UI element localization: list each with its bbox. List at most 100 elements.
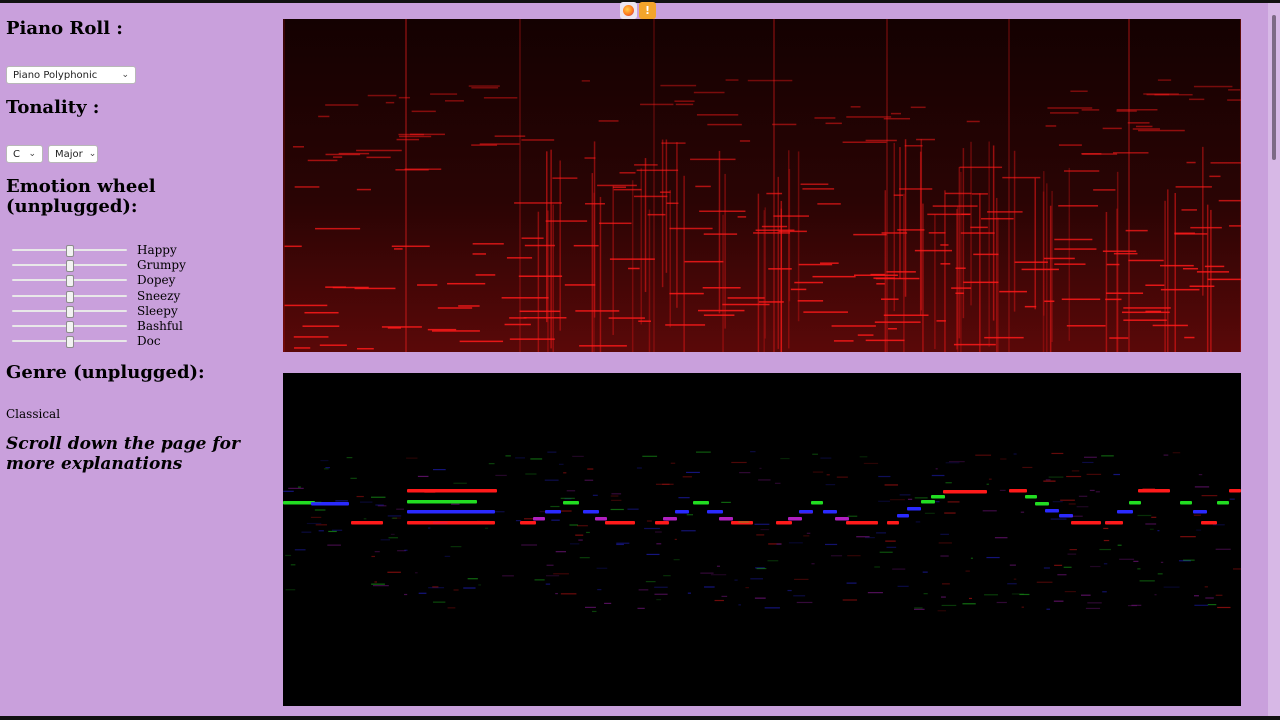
note-bar [1180,501,1192,505]
faint-note [485,527,489,529]
faint-note [356,495,364,498]
harmonic-band [628,267,640,270]
transient-line [722,214,724,352]
faint-note [944,512,956,514]
slider-track[interactable] [12,305,127,318]
transient-line [884,190,887,352]
slider-track[interactable] [12,321,127,334]
faint-note [1106,521,1111,523]
key-select[interactable]: C ⌄ [6,145,43,163]
harmonic-band [703,314,735,316]
slider-track[interactable] [12,290,127,303]
faint-note [941,604,957,607]
harmonic-band [1127,122,1150,124]
faint-note [575,534,584,536]
slider-track[interactable] [12,275,127,288]
slider-thumb[interactable] [65,290,74,303]
slider-thumb[interactable] [65,244,74,257]
faint-note [1204,586,1208,588]
faint-note [515,519,522,522]
faint-note [1053,600,1064,602]
piano-roll-title: Piano Roll : [6,18,123,39]
faint-note [579,557,590,559]
slider-label: Sleepy [137,303,178,318]
emotion-slider-sneezy[interactable]: Sneezy [12,288,186,303]
faint-note [646,520,652,522]
harmonic-band [661,142,686,144]
scrollbar-thumb[interactable] [1272,15,1276,160]
faint-note [539,511,548,513]
faint-note [430,520,441,523]
transient-line [780,208,783,352]
faint-note [1163,586,1180,588]
emotion-slider-doc[interactable]: Doc [12,334,186,349]
harmonic-band [893,194,904,196]
harmonic-band [722,303,770,306]
slider-track[interactable] [12,259,127,272]
slider-label: Sneezy [137,288,181,303]
instrument-select[interactable]: Piano Polyphonic ⌄ [6,66,136,84]
harmonic-band [411,110,436,113]
harmonic-band [471,144,498,146]
slider-thumb[interactable] [65,259,74,272]
faint-note [931,474,945,477]
faint-note [1071,470,1080,472]
faint-note [1117,544,1122,546]
faint-note [914,608,925,610]
faint-note [555,551,567,553]
faint-note [947,501,960,503]
faint-note [1142,488,1156,490]
faint-note [1036,581,1053,583]
transient-line [599,196,602,352]
faint-note [604,602,612,605]
slider-thumb[interactable] [65,275,74,288]
faint-note [453,482,467,484]
slider-track[interactable] [12,244,127,257]
harmonic-band [1093,189,1116,191]
slider-label: Grumpy [137,257,186,272]
harmonic-band [597,184,637,187]
piano-roll-svg [283,373,1241,706]
slider-track[interactable] [12,336,127,349]
warning-icon[interactable]: ! [639,2,656,19]
faint-note [878,500,890,502]
transient-line [988,141,990,347]
slider-thumb[interactable] [65,321,74,334]
faint-note [335,500,348,502]
harmonic-band [640,103,674,106]
mode-select[interactable]: Major ⌄ [48,145,98,163]
faint-note [1069,549,1077,551]
harmonic-band [842,141,887,143]
harmonic-band [1043,257,1075,260]
emotion-slider-grumpy[interactable]: Grumpy [12,257,186,272]
emotion-slider-dopey[interactable]: Dopey [12,273,186,288]
harmonic-band [325,286,346,288]
harmonic-band [1105,292,1144,294]
transient-line [644,158,647,292]
emotion-slider-happy[interactable]: Happy [12,242,186,257]
emotion-slider-bashful[interactable]: Bashful [12,318,186,334]
harmonic-band [798,263,833,266]
piano-roll-canvas[interactable] [283,373,1241,706]
transient-line [1167,189,1169,352]
faint-note [314,509,326,511]
faint-note [826,474,830,476]
spectrogram-canvas[interactable] [283,19,1241,352]
faint-note [914,497,928,499]
harmonic-band [1175,186,1212,188]
faint-note [721,595,728,597]
firefox-icon[interactable] [620,2,637,19]
faint-note [432,586,439,588]
faint-note [447,607,456,609]
faint-note [654,593,668,595]
faint-note [1013,453,1017,455]
instrument-select-value: Piano Polyphonic [13,69,98,81]
page-scrollbar[interactable] [1268,3,1280,716]
faint-note [570,543,580,545]
faint-note [346,456,353,459]
faint-note [375,504,384,506]
slider-thumb[interactable] [65,305,74,318]
emotion-slider-sleepy[interactable]: Sleepy [12,303,186,318]
faint-note [988,478,992,480]
slider-thumb[interactable] [65,336,74,349]
